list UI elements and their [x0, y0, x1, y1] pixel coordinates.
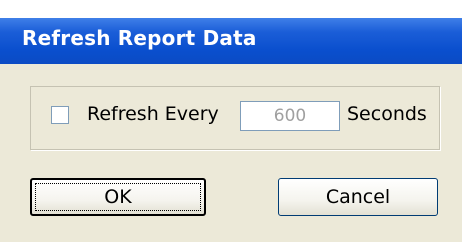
cancel-button[interactable]: Cancel — [278, 178, 438, 216]
refresh-every-checkbox[interactable] — [51, 106, 69, 124]
cancel-button-label: Cancel — [325, 186, 391, 208]
refresh-options-group: Refresh Every Seconds — [30, 86, 440, 150]
ok-button[interactable]: OK — [30, 178, 206, 216]
seconds-label: Seconds — [347, 103, 427, 125]
refresh-every-label[interactable]: Refresh Every — [87, 103, 219, 125]
focus-rectangle — [35, 183, 201, 211]
title-bar[interactable]: Refresh Report Data — [0, 18, 462, 64]
dialog-title: Refresh Report Data — [22, 26, 257, 50]
seconds-input[interactable] — [240, 101, 340, 131]
background-strip — [0, 0, 462, 18]
refresh-report-dialog: Refresh Report Data Refresh Every Second… — [0, 18, 462, 242]
